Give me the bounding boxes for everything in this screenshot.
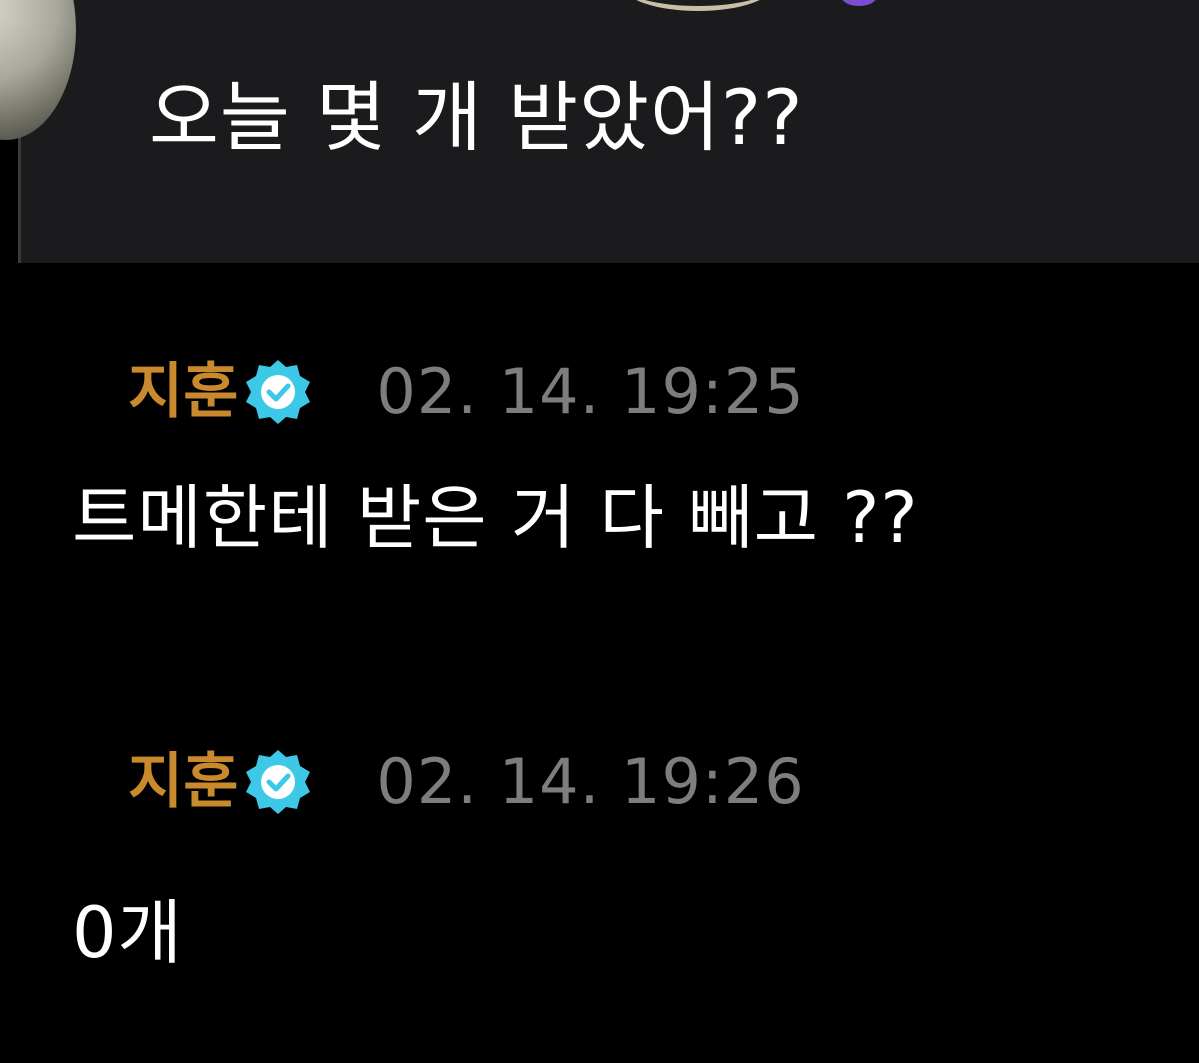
profile-image-fragment: [841, 0, 877, 6]
message-header: 지훈 02. 14. 19:26: [128, 742, 805, 822]
quoted-message-card[interactable]: 오늘 몇 개 받았어??: [0, 0, 1199, 263]
message-timestamp: 02. 14. 19:25: [376, 355, 805, 428]
profile-image-fragment: [623, 0, 773, 11]
message-text: 트메한테 받은 거 다 빼고 ??: [72, 477, 919, 559]
quoted-message-bubble: 오늘 몇 개 받았어??: [18, 0, 1199, 263]
verified-badge-icon: [240, 744, 316, 820]
avatar[interactable]: [0, 0, 76, 140]
verified-badge-icon: [240, 354, 316, 430]
message-header: 지훈 02. 14. 19:25: [128, 352, 805, 432]
author-name[interactable]: 지훈: [128, 352, 238, 432]
avatar-clip: [0, 0, 80, 150]
quoted-message-text: 오늘 몇 개 받았어??: [149, 73, 804, 162]
message-text: 0개: [72, 892, 183, 974]
author-name[interactable]: 지훈: [128, 742, 238, 822]
message-timestamp: 02. 14. 19:26: [376, 745, 805, 818]
